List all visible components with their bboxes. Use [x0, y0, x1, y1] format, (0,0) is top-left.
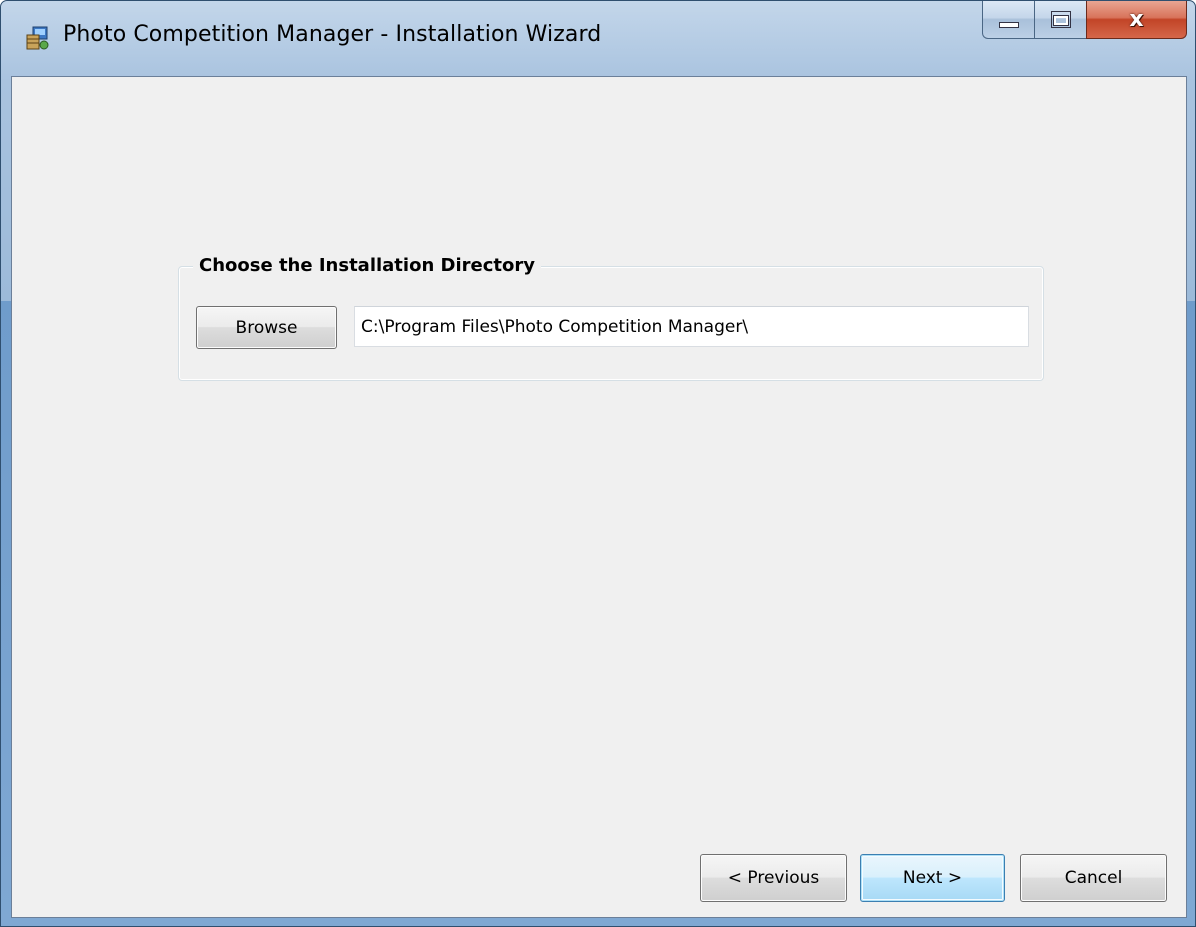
window-title: Photo Competition Manager - Installation… — [63, 22, 602, 47]
install-directory-group: Choose the Installation Directory Browse — [178, 254, 1044, 381]
installer-app-icon — [26, 26, 49, 50]
next-button[interactable]: Next > — [860, 854, 1005, 902]
browse-button[interactable]: Browse — [196, 306, 337, 349]
group-title: Choose the Installation Directory — [193, 254, 541, 278]
minimize-icon — [998, 21, 1019, 28]
caption-buttons: x — [982, 1, 1187, 39]
cancel-button[interactable]: Cancel — [1020, 854, 1167, 902]
wizard-client-area: Choose the Installation Directory Browse… — [11, 76, 1187, 918]
close-button[interactable]: x — [1086, 1, 1187, 39]
maximize-icon — [1050, 11, 1071, 28]
maximize-button[interactable] — [1034, 1, 1086, 39]
close-icon: x — [1129, 6, 1144, 32]
install-path-input[interactable] — [354, 306, 1029, 347]
installer-window: Photo Competition Manager - Installation… — [0, 0, 1196, 927]
minimize-button[interactable] — [982, 1, 1034, 39]
previous-button[interactable]: < Previous — [700, 854, 847, 902]
title-bar[interactable]: Photo Competition Manager - Installation… — [1, 1, 1195, 76]
